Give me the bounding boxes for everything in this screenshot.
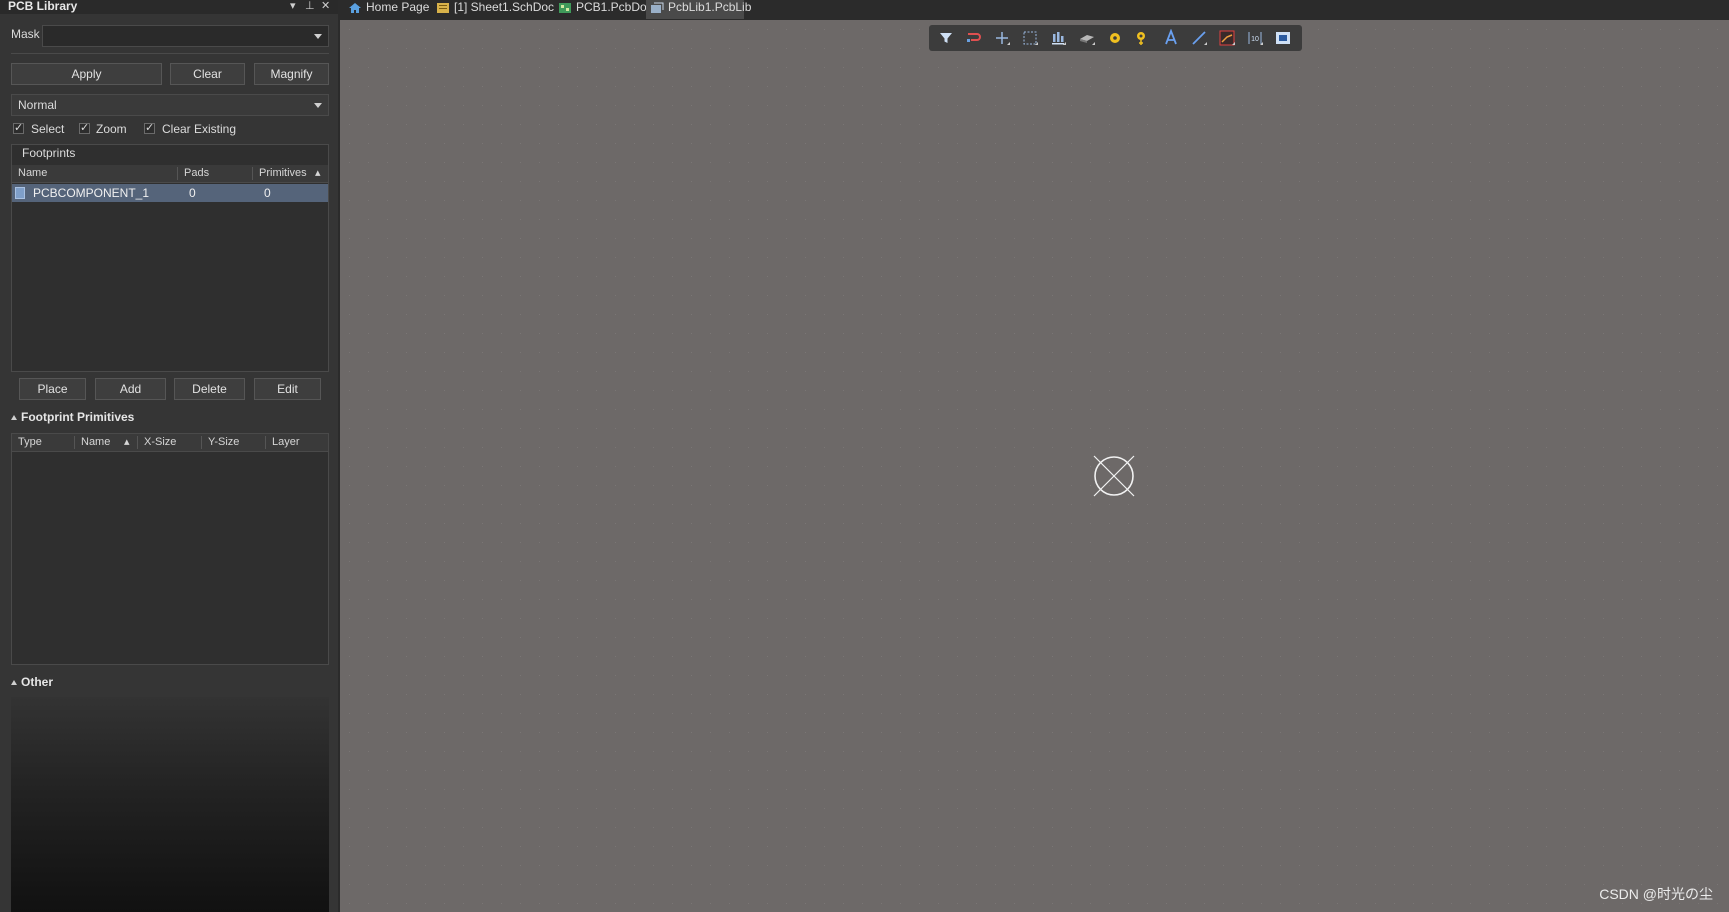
delete-button[interactable]: Delete <box>174 378 245 400</box>
pcb-library-panel: PCB Library ▾ ⊥ ✕ Mask Apply Clear Magni… <box>0 0 338 912</box>
pcb-design-canvas[interactable] <box>340 20 1729 912</box>
apply-button[interactable]: Apply <box>11 63 162 85</box>
chevron-down-icon <box>314 103 322 108</box>
sort-up-icon: ▴ <box>315 167 321 179</box>
mask-input[interactable] <box>42 25 329 47</box>
other-section[interactable]: Other <box>11 675 53 689</box>
edit-button[interactable]: Edit <box>254 378 321 400</box>
cross-icon[interactable] <box>993 29 1011 47</box>
origin-marker-icon <box>1093 455 1135 497</box>
tab-home-page[interactable]: Home Page <box>344 0 429 19</box>
watermark: CSDN @时光の尘 <box>1599 886 1713 902</box>
column-type[interactable]: Type <box>18 436 42 448</box>
via-icon[interactable] <box>1134 29 1152 47</box>
clear-existing-label: Clear Existing <box>162 122 237 136</box>
row-pads: 0 <box>189 186 196 200</box>
align-icon[interactable] <box>1049 29 1067 47</box>
column-pads[interactable]: Pads <box>184 167 209 179</box>
select-label: Select <box>31 122 65 136</box>
tab-pcb1-pcbdoc[interactable]: PCB1.PcbDoc <box>554 0 653 19</box>
pad-icon[interactable] <box>1106 29 1124 47</box>
schematic-doc-icon <box>437 3 449 13</box>
zoom-checkbox[interactable] <box>79 121 90 134</box>
pin-icon[interactable]: ⊥ <box>305 0 315 12</box>
column-x-size[interactable]: X-Size <box>144 436 176 448</box>
footprints-header: Name Pads Primitives ▴ <box>12 165 328 183</box>
column-y-size[interactable]: Y-Size <box>208 436 239 448</box>
board-icon[interactable] <box>1274 29 1292 47</box>
place-button[interactable]: Place <box>19 378 86 400</box>
select-rect-icon[interactable] <box>1021 29 1039 47</box>
clear-button[interactable]: Clear <box>170 63 245 85</box>
dimension-icon[interactable]: 10 <box>1246 29 1264 47</box>
collapse-icon <box>11 415 17 420</box>
document-tab-bar: Home Page [1] Sheet1.SchDoc PCB1.PcbDoc … <box>338 0 1729 20</box>
chevron-down-icon <box>314 34 322 39</box>
text-icon[interactable] <box>1162 29 1180 47</box>
primitives-header: Type Name ▴ X-Size Y-Size Layer <box>12 434 328 452</box>
panel-menu-icon[interactable]: ▾ <box>290 0 296 12</box>
filter-icon[interactable] <box>937 29 955 47</box>
tab-sheet1-schdoc[interactable]: [1] Sheet1.SchDoc <box>432 0 554 19</box>
line-icon[interactable] <box>1190 29 1208 47</box>
region-icon[interactable] <box>1218 29 1236 47</box>
add-button[interactable]: Add <box>95 378 166 400</box>
zoom-label: Zoom <box>96 122 127 136</box>
panel-title: PCB Library <box>8 0 78 13</box>
select-checkbox[interactable] <box>13 121 24 134</box>
pcb-lib-icon <box>651 2 664 13</box>
panel-title-bar: PCB Library ▾ ⊥ ✕ <box>0 0 338 14</box>
home-icon <box>349 3 361 13</box>
footprints-title: Footprints <box>22 146 76 160</box>
close-icon[interactable]: ✕ <box>321 0 330 12</box>
sort-up-icon: ▴ <box>124 436 130 448</box>
column-name[interactable]: Name <box>81 436 110 448</box>
primitives-group: Type Name ▴ X-Size Y-Size Layer <box>11 433 329 665</box>
row-primitives: 0 <box>264 186 271 200</box>
tab-pcblib1-pcblib[interactable]: PcbLib1.PcbLib <box>646 0 751 19</box>
row-name: PCBCOMPONENT_1 <box>33 186 150 200</box>
column-name[interactable]: Name <box>18 167 47 179</box>
divider <box>11 53 329 54</box>
footprints-group: Footprints Name Pads Primitives ▴ PCBCOM… <box>11 144 329 372</box>
collapse-icon <box>11 680 17 685</box>
pcb-doc-icon <box>559 3 571 13</box>
table-row[interactable]: PCBCOMPONENT_1 0 0 <box>12 184 328 202</box>
column-primitives[interactable]: Primitives <box>259 167 307 179</box>
footprint-icon <box>15 187 25 199</box>
column-layer[interactable]: Layer <box>272 436 300 448</box>
mask-label: Mask <box>11 27 40 41</box>
active-bar-toolbar: 10 <box>929 25 1302 51</box>
clear-existing-checkbox[interactable] <box>144 121 155 134</box>
component-icon[interactable] <box>1078 29 1096 47</box>
svg-text:10: 10 <box>1251 36 1259 43</box>
magnify-button[interactable]: Magnify <box>254 63 329 85</box>
mode-select[interactable]: Normal <box>11 94 329 116</box>
route-icon[interactable] <box>965 29 983 47</box>
other-preview-area <box>11 697 329 912</box>
footprint-primitives-section[interactable]: Footprint Primitives <box>11 410 134 424</box>
